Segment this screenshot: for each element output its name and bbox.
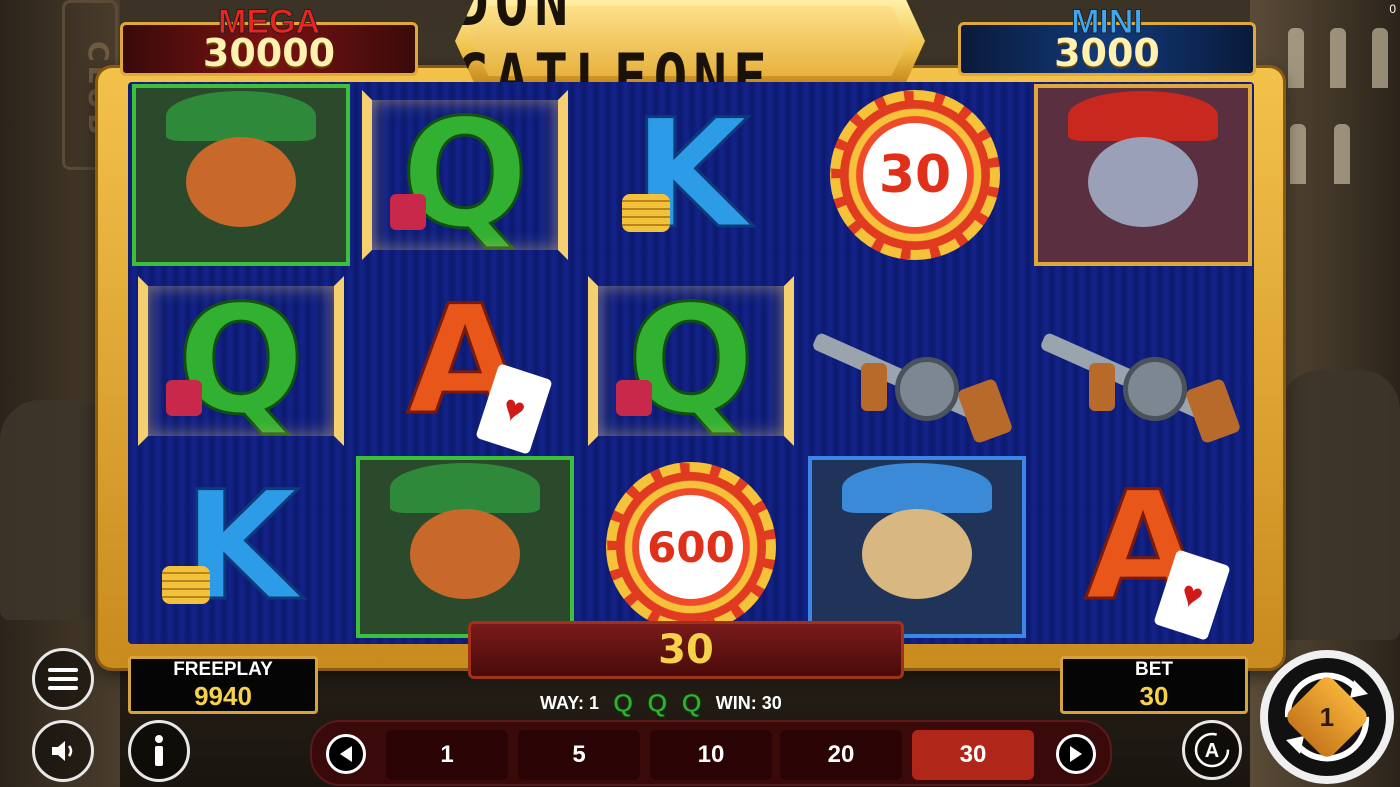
spin-label: 1 <box>1319 701 1335 732</box>
background-window <box>1288 28 1304 88</box>
spin-button[interactable]: 1 <box>1260 650 1394 784</box>
menu-button[interactable] <box>32 648 94 710</box>
q-symbol-lit: Q <box>582 270 800 452</box>
bet-prev-button[interactable] <box>326 734 366 774</box>
mega-label: MEGA <box>218 3 321 42</box>
way-symbol-icon: Q <box>647 687 668 718</box>
arrow-right-icon <box>1070 746 1082 762</box>
mini-jackpot: MINI 3000 <box>958 3 1256 76</box>
speaker-icon <box>52 741 73 761</box>
background-car-right <box>1280 370 1400 640</box>
bet-option-5[interactable]: 5 <box>518 730 640 780</box>
chip-value: 600 <box>639 495 743 599</box>
dice-icon <box>390 194 426 230</box>
k-symbol: K <box>132 456 350 638</box>
gun-symbol <box>806 270 1024 452</box>
background-window <box>1372 28 1388 88</box>
win-way-line: WAY: 1 Q Q Q WIN: 30 <box>540 687 840 718</box>
sound-button[interactable] <box>32 720 94 782</box>
light-bulb-frame <box>588 276 794 446</box>
reel-area: Q K 30 Q A ♥ Q K 600 A ♥ <box>128 82 1254 644</box>
autoplay-button[interactable]: A <box>1182 720 1242 780</box>
bet-display: BET 30 <box>1060 656 1248 714</box>
cat-hat <box>1068 91 1218 141</box>
info-icon <box>155 735 163 766</box>
menu-icon <box>48 668 78 690</box>
bet-next-button[interactable] <box>1056 734 1096 774</box>
freeplay-label: FREEPLAY <box>173 658 273 680</box>
green-cat-symbol <box>132 84 350 266</box>
red-cat-art <box>1048 91 1238 255</box>
corner-counter: 0 <box>1389 2 1396 16</box>
background-window <box>1330 28 1346 88</box>
way-symbol-icon: Q <box>681 687 702 718</box>
arrow-left-icon <box>340 746 352 762</box>
red-cat-symbol <box>1034 84 1252 266</box>
way-symbol-icon: Q <box>613 687 634 718</box>
cat-face <box>1088 137 1198 227</box>
green-cat-art <box>370 463 560 627</box>
background-car-left <box>0 400 110 620</box>
bet-option-1[interactable]: 1 <box>386 730 508 780</box>
bet-option-20[interactable]: 20 <box>780 730 902 780</box>
cat-face <box>862 509 972 599</box>
dice-icon <box>166 380 202 416</box>
win-amount-bar: 30 <box>468 621 904 679</box>
bet-label: BET <box>1135 658 1173 680</box>
k-symbol: K <box>582 84 800 266</box>
cat-hat <box>390 463 540 513</box>
q-symbol-lit: Q <box>132 270 350 452</box>
coins-icon <box>622 194 670 232</box>
win-amount: 30 <box>658 627 714 673</box>
tommy-gun-icon <box>1039 311 1243 445</box>
bet-value: 30 <box>1139 680 1169 711</box>
svg-text:A: A <box>1205 740 1219 762</box>
light-bulb-frame <box>138 276 344 446</box>
info-button[interactable] <box>128 720 190 782</box>
q-symbol-lit: Q <box>356 84 574 266</box>
mini-label: MINI <box>1071 3 1144 42</box>
cat-hat <box>166 91 316 141</box>
green-cat-symbol <box>356 456 574 638</box>
freeplay-balance: FREEPLAY 9940 <box>128 656 318 714</box>
chip-value: 30 <box>863 123 967 227</box>
coins-icon <box>162 566 210 604</box>
casino-chip: 30 <box>830 90 1000 260</box>
green-cat-art <box>146 91 336 255</box>
light-bulb-frame <box>362 90 568 260</box>
mega-jackpot: MEGA 30000 <box>120 3 418 76</box>
blue-cat-art <box>822 463 1012 627</box>
cat-face <box>410 509 520 599</box>
background-window <box>1290 124 1306 184</box>
a-symbol: A ♥ <box>1034 456 1252 641</box>
chip-symbol: 600 <box>582 456 800 638</box>
dice-icon <box>616 380 652 416</box>
blue-cat-symbol <box>808 456 1026 638</box>
way-label: WAY: 1 <box>540 692 600 713</box>
bet-option-10[interactable]: 10 <box>650 730 772 780</box>
game-title-plate: DON CATLEONE <box>455 0 925 82</box>
a-symbol: A ♥ <box>356 270 574 455</box>
autoplay-icon: A <box>1194 732 1230 768</box>
bet-selector: 1 5 10 20 30 <box>310 720 1112 786</box>
bet-option-30[interactable]: 30 <box>912 730 1034 780</box>
casino-chip: 600 <box>606 462 776 632</box>
cat-face <box>186 137 296 227</box>
cat-hat <box>842 463 992 513</box>
gun-symbol <box>1034 270 1252 452</box>
win-label: WIN: 30 <box>715 692 782 713</box>
chip-symbol: 30 <box>806 84 1024 266</box>
tommy-gun-icon <box>811 311 1015 445</box>
freeplay-value: 9940 <box>194 680 252 711</box>
background-window <box>1334 124 1350 184</box>
